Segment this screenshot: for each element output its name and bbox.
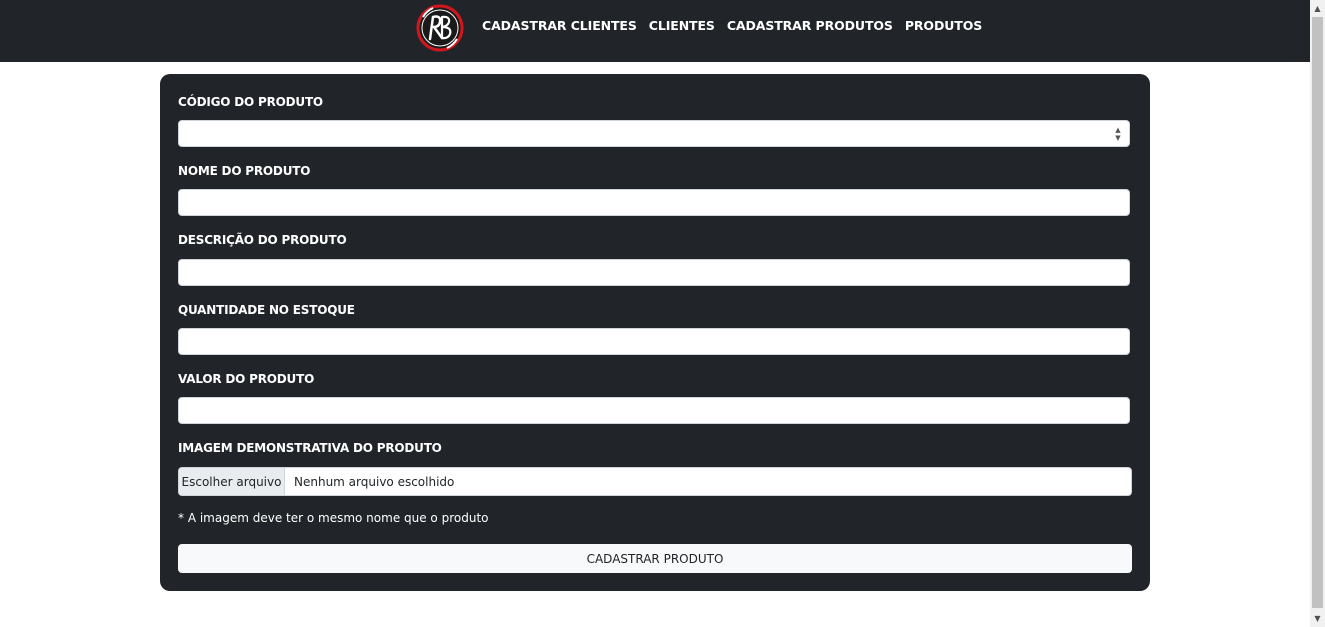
nome-input[interactable] <box>178 189 1130 216</box>
imagem-file-input[interactable]: Escolher arquivo Nenhum arquivo escolhid… <box>178 467 1132 496</box>
nav-links: CADASTRAR CLIENTES CLIENTES CADASTRAR PR… <box>482 0 994 50</box>
scrollbar[interactable]: ▲ ▼ <box>1310 0 1325 627</box>
rb-logo-icon[interactable] <box>415 3 465 53</box>
quantidade-input[interactable] <box>178 328 1130 355</box>
cadastrar-produto-button[interactable]: CADASTRAR PRODUTO <box>178 544 1132 573</box>
navbar: CADASTRAR CLIENTES CLIENTES CADASTRAR PR… <box>0 0 1310 62</box>
descricao-input[interactable] <box>178 259 1130 286</box>
nav-link-cadastrar-produtos[interactable]: CADASTRAR PRODUTOS <box>727 18 893 33</box>
spinner-up-icon[interactable]: ▲ <box>1115 126 1120 134</box>
nav-link-produtos[interactable]: PRODUTOS <box>905 18 982 33</box>
nav-link-clientes[interactable]: CLIENTES <box>649 18 715 33</box>
nav-link-cadastrar-clientes[interactable]: CADASTRAR CLIENTES <box>482 18 637 33</box>
imagem-label: IMAGEM DEMONSTRATIVA DO PRODUTO <box>178 441 442 455</box>
codigo-label: CÓDIGO DO PRODUTO <box>178 95 323 109</box>
choose-file-button[interactable]: Escolher arquivo <box>179 468 285 495</box>
valor-input[interactable] <box>178 397 1130 424</box>
scroll-up-icon[interactable]: ▲ <box>1310 0 1325 17</box>
scrollbar-thumb[interactable] <box>1312 17 1323 608</box>
imagem-note: * A imagem deve ter o mesmo nome que o p… <box>178 511 489 525</box>
descricao-label: DESCRIÇÃO DO PRODUTO <box>178 233 347 247</box>
page: CADASTRAR CLIENTES CLIENTES CADASTRAR PR… <box>0 0 1325 627</box>
scroll-down-icon[interactable]: ▼ <box>1310 610 1325 627</box>
codigo-input[interactable]: ▲ ▼ <box>178 120 1130 147</box>
number-spinner[interactable]: ▲ ▼ <box>1113 124 1123 143</box>
nome-label: NOME DO PRODUTO <box>178 164 311 178</box>
valor-label: VALOR DO PRODUTO <box>178 372 315 386</box>
product-form: CÓDIGO DO PRODUTO ▲ ▼ NOME DO PRODUTO DE… <box>160 74 1150 591</box>
spinner-down-icon[interactable]: ▼ <box>1115 134 1120 142</box>
quantidade-label: QUANTIDADE NO ESTOQUE <box>178 303 355 317</box>
file-status-text: Nenhum arquivo escolhido <box>294 474 455 489</box>
